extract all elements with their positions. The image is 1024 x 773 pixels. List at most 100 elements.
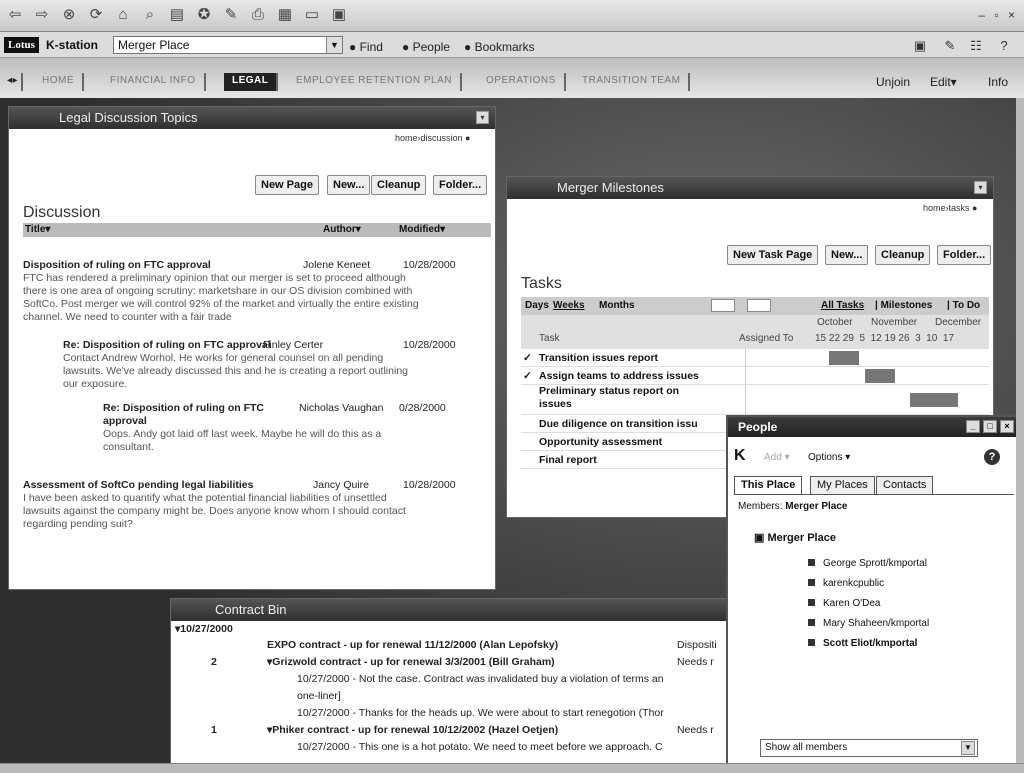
member-item[interactable]: Mary Shaheen/kmportal xyxy=(808,617,929,631)
view-days[interactable]: Days xyxy=(525,297,549,315)
tab-financial-info[interactable]: FINANCIAL INFO xyxy=(102,73,206,91)
task-name[interactable]: Assign teams to address issues xyxy=(539,367,739,385)
home-icon[interactable]: ⌂ xyxy=(114,6,132,24)
tab-home[interactable]: HOME xyxy=(34,73,84,91)
tab-employee-retention-plan[interactable]: EMPLOYEE RETENTION PLAN xyxy=(288,73,462,91)
contract-row[interactable]: ▾Grizwold contract - up for renewal 3/3/… xyxy=(267,656,667,669)
tab-my-places[interactable]: My Places xyxy=(810,476,875,494)
tab-legal[interactable]: LEGAL xyxy=(224,73,279,91)
contract-row[interactable]: 10/27/2000 - Thanks for the heads up. We… xyxy=(297,707,727,720)
window-controls[interactable]: – ▫ × xyxy=(978,8,1018,22)
contract-row[interactable]: one-liner] xyxy=(297,690,727,703)
task-row[interactable]: ✓ Assign teams to address issues xyxy=(521,367,989,385)
group-node[interactable]: ▣ Merger Place xyxy=(754,531,836,544)
task-row[interactable]: Preliminary status report on issues xyxy=(521,385,989,415)
help-icon[interactable]: ? xyxy=(996,38,1012,54)
filter-milestones[interactable]: | Milestones xyxy=(875,297,932,315)
post-title[interactable]: Disposition of ruling on FTC approval xyxy=(23,259,211,272)
author-sort[interactable]: Author▾ xyxy=(323,223,361,237)
place-select[interactable]: Merger Place ▼ xyxy=(113,36,343,54)
view-weeks[interactable]: Weeks xyxy=(553,297,585,315)
tab-contacts[interactable]: Contacts xyxy=(876,476,934,494)
stop-icon[interactable]: ⊗ xyxy=(60,6,78,24)
new-task-page-button[interactable]: New Task Page xyxy=(727,245,819,265)
breadcrumb[interactable]: home›discussion ● xyxy=(395,133,470,143)
member-item[interactable]: Scott Eliot/kmportal xyxy=(808,637,917,651)
horizontal-scrollbar[interactable] xyxy=(0,763,1024,773)
member-item[interactable]: George Sprott/kmportal xyxy=(808,557,927,571)
task-name[interactable]: Final report xyxy=(539,451,739,469)
contract-row[interactable]: 10/27/2000 - This one is a hot potato. W… xyxy=(297,741,727,754)
post-title[interactable]: Re: Disposition of ruling on FTC xyxy=(103,402,264,415)
add-menu[interactable]: Add ▾ xyxy=(764,452,790,463)
screen-icon[interactable]: ▣ xyxy=(912,38,928,54)
window-icon[interactable]: ▭ xyxy=(303,6,321,24)
vertical-scrollbar[interactable] xyxy=(1016,98,1024,763)
task-bar[interactable] xyxy=(829,351,859,365)
date-group[interactable]: ▾10/27/2000 xyxy=(175,623,233,636)
title-sort[interactable]: Title▾ xyxy=(25,223,50,237)
tab-this-place[interactable]: This Place xyxy=(734,476,803,494)
view-icon[interactable]: ▦ xyxy=(276,6,294,24)
refresh-icon[interactable]: ⟳ xyxy=(87,6,105,24)
contract-row[interactable]: 10/27/2000 - Not the case. Contract was … xyxy=(297,673,727,686)
chevron-down-icon[interactable]: ▼ xyxy=(961,741,975,755)
options-menu[interactable]: Options ▾ xyxy=(808,452,850,463)
tab-transition-team[interactable]: TRANSITION TEAM xyxy=(574,73,691,91)
contract-row[interactable]: ▾Phiker contract - up for renewal 10/12/… xyxy=(267,724,667,737)
bookmarks-link[interactable]: ● Bookmarks xyxy=(464,40,535,54)
calendar-icon[interactable]: ▣ xyxy=(330,6,348,24)
favorites-icon[interactable]: ✪ xyxy=(195,6,213,24)
new-page-button[interactable]: New Page xyxy=(255,175,319,195)
folder-icon[interactable]: ▤ xyxy=(168,6,186,24)
task-name-cont[interactable]: issues xyxy=(539,398,572,411)
member-filter-select[interactable]: Show all members ▼ xyxy=(760,739,978,757)
back-icon[interactable]: ⇦ xyxy=(6,6,24,24)
tools-icon[interactable]: ☷ xyxy=(968,38,984,54)
edit-menu[interactable]: Edit▾ xyxy=(930,75,957,89)
edit-icon[interactable]: ✎ xyxy=(942,38,958,54)
help-icon[interactable]: ? xyxy=(984,449,1000,465)
print-icon[interactable]: ⎙ xyxy=(249,6,267,24)
tab-scroll-arrows[interactable]: ◂▸ xyxy=(4,73,24,91)
contract-row[interactable]: EXPO contract - up for renewal 11/12/200… xyxy=(267,639,667,652)
post-title[interactable]: Assessment of SoftCo pending legal liabi… xyxy=(23,479,253,492)
unjoin-link[interactable]: Unjoin xyxy=(876,75,910,89)
modified-sort[interactable]: Modified▾ xyxy=(399,223,445,237)
minimize-icon[interactable]: _ xyxy=(966,420,980,433)
cleanup-button[interactable]: Cleanup xyxy=(875,245,931,265)
post-title[interactable]: Re: Disposition of ruling on FTC approva… xyxy=(63,339,271,352)
filter-todo[interactable]: | To Do xyxy=(947,297,980,315)
tab-operations[interactable]: OPERATIONS xyxy=(478,73,566,91)
post-title-cont[interactable]: approval xyxy=(103,415,147,428)
task-name[interactable]: Transition issues report xyxy=(539,349,739,367)
collapse-icon[interactable]: ▾ xyxy=(476,111,489,124)
task-name[interactable]: Opportunity assessment xyxy=(539,433,739,451)
task-name[interactable]: Due diligence on transition issu xyxy=(539,415,739,433)
member-item[interactable]: karenkcpublic xyxy=(808,577,884,591)
maximize-icon[interactable]: □ xyxy=(983,420,997,433)
view-months[interactable]: Months xyxy=(599,297,635,315)
new-button[interactable]: New... xyxy=(825,245,869,265)
find-link[interactable]: ● Find xyxy=(349,40,383,54)
edit-icon[interactable]: ✎ xyxy=(222,6,240,24)
people-link[interactable]: ● People xyxy=(402,40,450,54)
cleanup-button[interactable]: Cleanup xyxy=(371,175,427,195)
info-link[interactable]: Info xyxy=(988,75,1008,89)
gantt-icon[interactable] xyxy=(711,299,735,312)
member-item[interactable]: Karen O'Dea xyxy=(808,597,881,611)
filter-all-tasks[interactable]: All Tasks xyxy=(821,297,864,315)
folder-button[interactable]: Folder... xyxy=(433,175,488,195)
forward-icon[interactable]: ⇨ xyxy=(33,6,51,24)
task-bar[interactable] xyxy=(865,369,895,383)
folder-button[interactable]: Folder... xyxy=(937,245,992,265)
task-name[interactable]: Preliminary status report on xyxy=(539,385,739,398)
close-icon[interactable]: × xyxy=(1000,420,1014,433)
search-icon[interactable]: ⌕ xyxy=(141,6,159,24)
chevron-down-icon[interactable]: ▼ xyxy=(326,37,342,53)
breadcrumb[interactable]: home›tasks ● xyxy=(923,203,977,213)
collapse-icon[interactable]: ▾ xyxy=(974,181,987,194)
task-bar[interactable] xyxy=(910,393,958,407)
calendar-icon[interactable] xyxy=(747,299,771,312)
new-button[interactable]: New... xyxy=(327,175,371,195)
